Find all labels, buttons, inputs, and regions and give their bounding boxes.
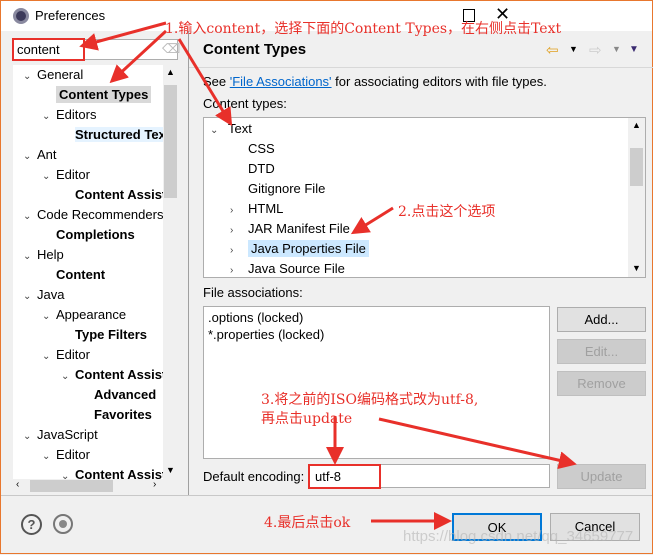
arrow-to-content-types [109, 29, 168, 84]
arrow-to-java-properties [350, 206, 394, 235]
preferences-window: Preferences ✕ content ⌫ ⌄ General Content … [0, 0, 653, 554]
arrow-to-update [378, 417, 577, 470]
arrow-to-text [177, 38, 233, 127]
annotation-arrows [79, 21, 577, 530]
